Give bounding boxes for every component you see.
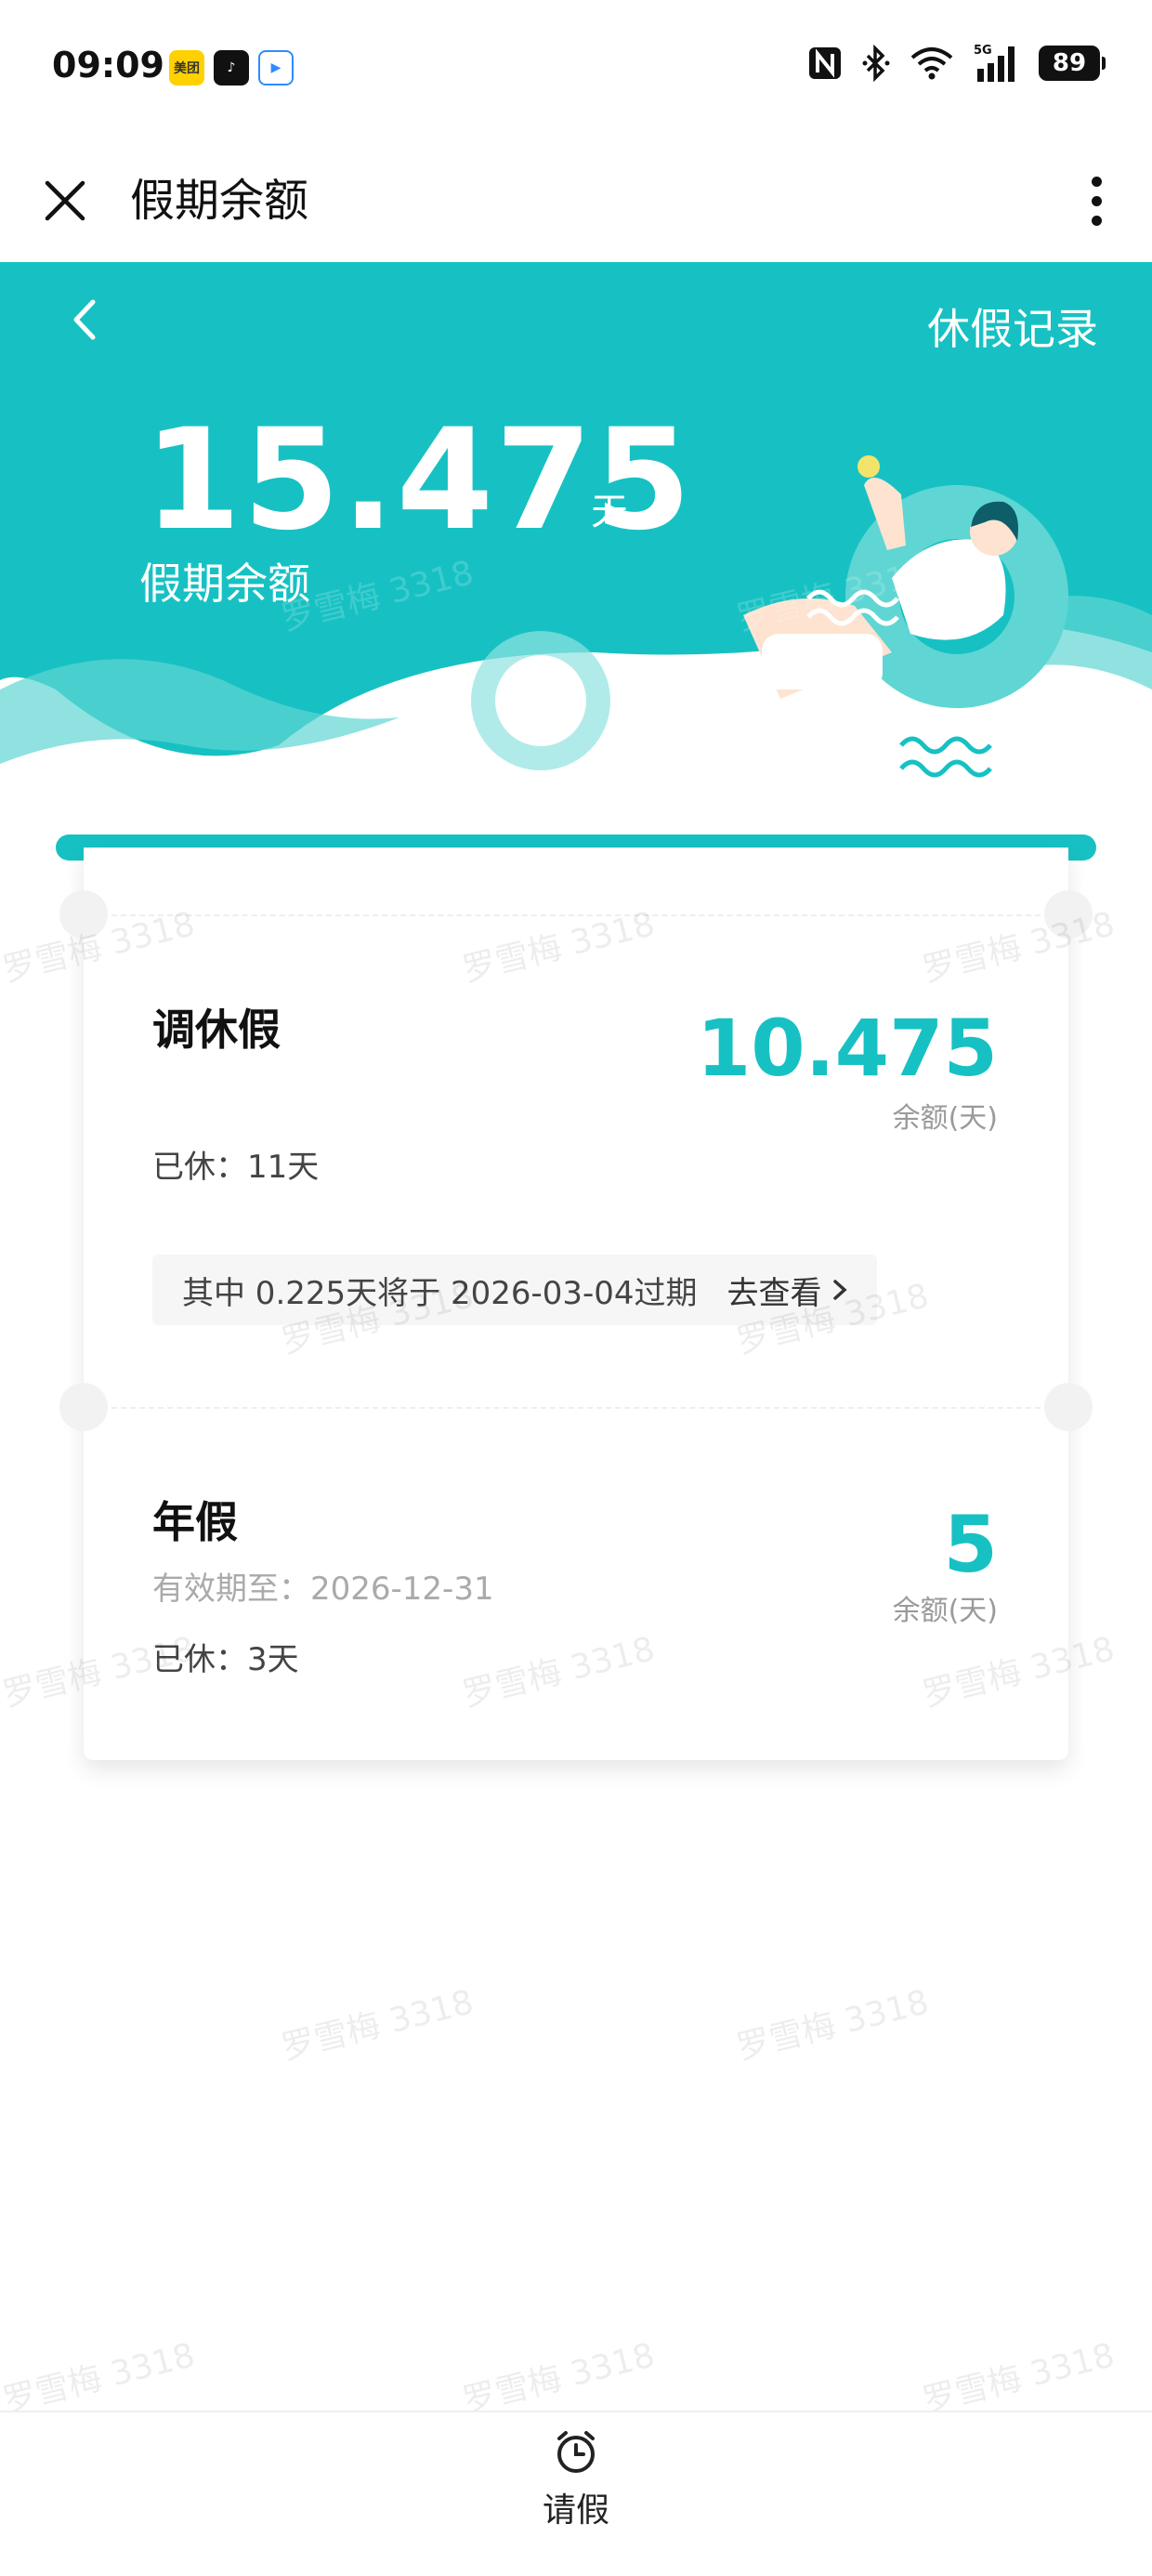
meituan-app-icon: 美团 [169, 50, 204, 85]
svg-text:5G: 5G [974, 44, 992, 58]
ticket-notch [59, 1383, 108, 1431]
request-leave-button[interactable]: 请假 [530, 2427, 622, 2539]
balance-banner: 休假记录 15.475 天 假期余额 罗雪梅 3318 罗雪梅 3318 [0, 262, 1152, 820]
bluetooth-icon [862, 45, 890, 82]
signal-5g-icon: 5G [974, 44, 1020, 82]
card-amount-label: 余额(天) [892, 1595, 998, 1627]
watermark: 罗雪梅 3318 [459, 2335, 659, 2421]
status-app-icons: 美团 ♪ ▶ [169, 50, 294, 85]
nfc-icon [806, 45, 844, 82]
close-button[interactable] [32, 167, 98, 234]
watermark: 罗雪梅 3318 [278, 1982, 478, 2068]
card-valid-until: 有效期至：2026-12-31 [152, 1571, 494, 1608]
douyin-app-icon: ♪ [214, 50, 249, 85]
back-button[interactable] [56, 290, 115, 349]
title-bar: 假期余额 [0, 139, 1152, 262]
video-app-icon: ▶ [258, 50, 294, 85]
battery-indicator: 89 [1039, 46, 1106, 81]
card-title: 年假 [152, 1497, 238, 1547]
ticket-notch [1044, 1383, 1093, 1431]
card-used-days: 已休：11天 [152, 1149, 320, 1186]
close-icon [45, 180, 85, 221]
bottom-bar: 请假 [0, 2411, 1152, 2576]
status-time: 09:09 [52, 45, 164, 85]
card-amount-label: 余额(天) [892, 1102, 998, 1135]
card-amount: 10.475 [696, 1003, 998, 1094]
divider [111, 1407, 1041, 1409]
page-title: 假期余额 [130, 175, 309, 227]
card-title: 调休假 [152, 1005, 281, 1055]
status-bar: 09:09 美团 ♪ ▶ 5G 89 [0, 0, 1152, 139]
watermark: 罗雪梅 3318 [733, 1982, 933, 2068]
more-options-button[interactable] [1068, 164, 1124, 238]
request-leave-label: 请假 [542, 2491, 609, 2530]
balance-unit: 天 [591, 491, 628, 533]
watermark: 罗雪梅 3318 [919, 2335, 1119, 2421]
wifi-icon [909, 45, 955, 82]
watermark: 罗雪梅 3318 [0, 2335, 199, 2421]
alarm-clock-icon [557, 2431, 595, 2473]
status-indicators: 5G 89 [806, 44, 1106, 82]
card-amount: 5 [943, 1499, 998, 1590]
chevron-left-icon [73, 299, 96, 340]
leave-records-link[interactable]: 休假记录 [927, 296, 1098, 357]
more-vertical-icon [1091, 176, 1102, 187]
